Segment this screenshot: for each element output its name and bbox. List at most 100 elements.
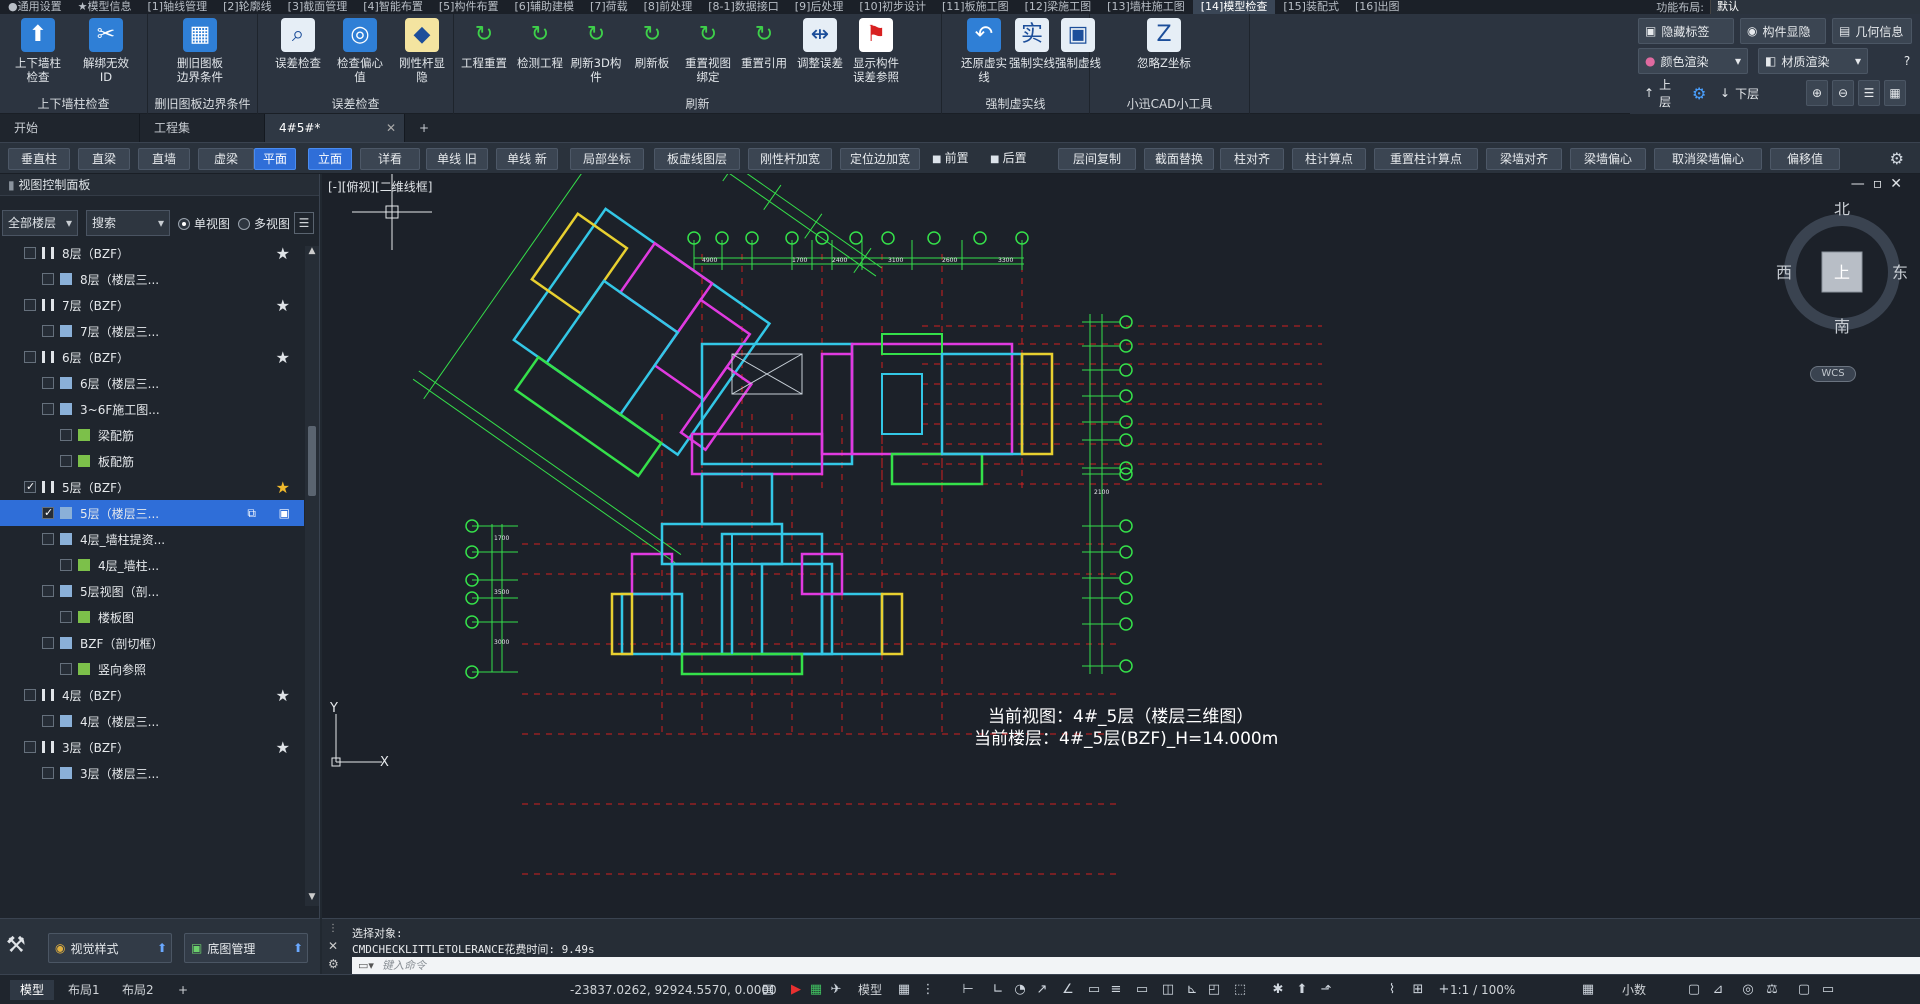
- status-tool-icon[interactable]: +: [1436, 982, 1452, 998]
- zoom-out-icon[interactable]: ⊖: [1832, 80, 1854, 106]
- units-select[interactable]: 小数: [1612, 980, 1656, 1000]
- settings-gear-icon[interactable]: ⚙: [1686, 80, 1710, 106]
- tree-checkbox[interactable]: [24, 299, 36, 311]
- view-save-icon[interactable]: ▣: [279, 506, 290, 520]
- list-view-icon[interactable]: ☰: [1858, 80, 1880, 106]
- ribbon-tool-button[interactable]: ◆ 刚性杆显隐: [394, 18, 450, 84]
- status-tool-icon[interactable]: ⚖: [1764, 982, 1780, 998]
- new-tab-button[interactable]: +: [405, 114, 443, 142]
- tree-item[interactable]: 3层（BZF） ★: [0, 734, 304, 760]
- tree-checkbox[interactable]: [42, 767, 54, 779]
- wcs-button[interactable]: WCS: [1810, 366, 1856, 382]
- status-tool-icon[interactable]: ▦: [1580, 982, 1596, 998]
- ribbon-tool-button[interactable]: ↻ 检测工程: [512, 18, 568, 71]
- status-tool-icon[interactable]: ▭: [1820, 982, 1836, 998]
- menu-tab[interactable]: [5]构件布置: [431, 0, 507, 14]
- material-render-dropdown[interactable]: ◧ 材质渲染 ▾: [1758, 48, 1868, 74]
- status-tool-icon[interactable]: ⬆: [1294, 982, 1310, 998]
- tree-item[interactable]: 5层（BZF） ★: [0, 474, 304, 500]
- menu-tab[interactable]: [12]梁施工图: [1017, 0, 1100, 14]
- menu-tab[interactable]: [15]装配式: [1275, 0, 1347, 14]
- command-grip-icon[interactable]: ⋮: [328, 923, 338, 934]
- favorite-star-icon[interactable]: ★: [276, 686, 290, 705]
- ribbon-tool-button[interactable]: ⬆ 上下墙柱检查: [10, 18, 66, 84]
- menu-tab[interactable]: [6]辅助建模: [506, 0, 582, 14]
- tree-item[interactable]: 6层（楼层三...: [0, 370, 304, 396]
- status-tool-icon[interactable]: ∠: [1060, 982, 1076, 998]
- toolbar-button[interactable]: 柱对齐: [1220, 148, 1284, 170]
- ribbon-tool-button[interactable]: ↻ 工程重置: [456, 18, 512, 71]
- menu-tab[interactable]: [8]前处理: [636, 0, 701, 14]
- status-tool-icon[interactable]: ▦: [896, 982, 912, 998]
- toolbar-button[interactable]: 局部坐标: [570, 148, 644, 170]
- ribbon-tool-button[interactable]: ⇹ 调整误差: [792, 18, 848, 70]
- tree-item[interactable]: 4层（BZF） ★: [0, 682, 304, 708]
- visual-style-button[interactable]: ◉ 视觉样式 ⬆: [48, 933, 172, 963]
- scroll-thumb[interactable]: [308, 426, 316, 496]
- toolbar-button[interactable]: 板虚线图层: [654, 148, 740, 170]
- geometry-info-button[interactable]: ▤ 几何信息: [1832, 18, 1912, 44]
- status-tool-icon[interactable]: ◰: [1206, 982, 1222, 998]
- tools-icon[interactable]: ⚒: [6, 933, 34, 961]
- ribbon-tool-button[interactable]: ↻ 刷新3D构件: [568, 18, 624, 85]
- cad-drawing[interactable]: 4900 1700 2400 3100 2600 3300 1700 3500 3000 2100…: [322, 174, 1920, 918]
- status-tool-icon[interactable]: ✈: [828, 982, 844, 998]
- toolbar-settings-icon[interactable]: ⚙: [1890, 149, 1904, 168]
- favorite-star-icon[interactable]: ★: [276, 296, 290, 315]
- scroll-up-icon[interactable]: ▲: [305, 246, 319, 260]
- toolbar-button[interactable]: 平面: [254, 148, 296, 170]
- ribbon-tool-button[interactable]: ✂ 解绑无效ID: [78, 18, 134, 84]
- multi-view-radio[interactable]: 多视图: [238, 215, 290, 232]
- status-tool-icon[interactable]: ↗: [1034, 982, 1050, 998]
- status-tool-icon[interactable]: ▤: [760, 982, 776, 998]
- help-icon[interactable]: ?: [1898, 48, 1916, 74]
- status-tool-icon[interactable]: ⊾: [1184, 982, 1200, 998]
- zoom-in-icon[interactable]: ⊕: [1806, 80, 1828, 106]
- tree-item[interactable]: 5层视图（剖...: [0, 578, 304, 604]
- drawing-canvas[interactable]: 4900 1700 2400 3100 2600 3300 1700 3500 3000 2100…: [322, 174, 1920, 918]
- menu-tab[interactable]: [14]模型检查: [1192, 0, 1276, 14]
- tree-checkbox[interactable]: [60, 429, 72, 441]
- toolbar-button[interactable]: 直梁: [78, 148, 130, 170]
- close-icon[interactable]: ✕: [386, 114, 396, 142]
- window-controls[interactable]: —▫✕: [1851, 176, 1910, 192]
- search-input[interactable]: 搜索: [86, 210, 170, 236]
- compass-north-label[interactable]: 北: [1834, 202, 1850, 218]
- menu-tab[interactable]: [8-1]数据接口: [700, 0, 787, 14]
- status-tool-icon[interactable]: ◫: [1160, 982, 1176, 998]
- tree-checkbox[interactable]: [24, 741, 36, 753]
- tree-item[interactable]: 板配筋: [0, 448, 304, 474]
- tree-item[interactable]: 楼板图: [0, 604, 304, 630]
- compass-south-label[interactable]: 南: [1834, 317, 1850, 336]
- menu-tab[interactable]: [10]初步设计: [851, 0, 934, 14]
- menu-tab[interactable]: [4]智能布置: [355, 0, 431, 14]
- status-tool-icon[interactable]: ≡: [1108, 982, 1124, 998]
- toolbar-button[interactable]: 虚梁: [198, 148, 254, 170]
- compass-west-label[interactable]: 西: [1776, 263, 1792, 282]
- tree-scrollbar[interactable]: ▲ ▼: [305, 246, 319, 906]
- tree-item[interactable]: 8层（楼层三...: [0, 266, 304, 292]
- menu-tab[interactable]: [3]截面管理: [280, 0, 356, 14]
- layout-tab-model[interactable]: 模型: [10, 980, 55, 1000]
- toolbar-button[interactable]: 梁墙偏心: [1570, 148, 1646, 170]
- favorite-star-icon[interactable]: ★: [276, 348, 290, 367]
- menu-tab[interactable]: [1]轴线管理: [139, 0, 215, 14]
- tree-checkbox[interactable]: [24, 689, 36, 701]
- tree-item[interactable]: 竖向参照: [0, 656, 304, 682]
- function-layout-select[interactable]: 默认: [1710, 0, 1920, 14]
- menu-tab[interactable]: [16]出图: [1347, 0, 1408, 14]
- tree-checkbox[interactable]: [24, 481, 36, 493]
- tree-checkbox[interactable]: [42, 533, 54, 545]
- view-cube-compass[interactable]: 上 北 南 东 西: [1772, 202, 1912, 342]
- menu-tab[interactable]: [11]板施工图: [934, 0, 1017, 14]
- tree-checkbox[interactable]: [42, 585, 54, 597]
- toolbar-button[interactable]: 单线 新: [496, 148, 558, 170]
- status-tool-icon[interactable]: ▶: [788, 982, 804, 998]
- down-floor-button[interactable]: ↓ 下层: [1714, 80, 1762, 106]
- panel-menu-icon[interactable]: ☰: [294, 212, 314, 234]
- tree-item[interactable]: 3~6F施工图...: [0, 396, 304, 422]
- status-tool-icon[interactable]: ▢: [1686, 982, 1702, 998]
- ribbon-tool-button[interactable]: ◎ 检查偏心值: [332, 18, 388, 84]
- scroll-down-icon[interactable]: ▼: [305, 892, 319, 906]
- toolbar-button[interactable]: 截面替换: [1144, 148, 1214, 170]
